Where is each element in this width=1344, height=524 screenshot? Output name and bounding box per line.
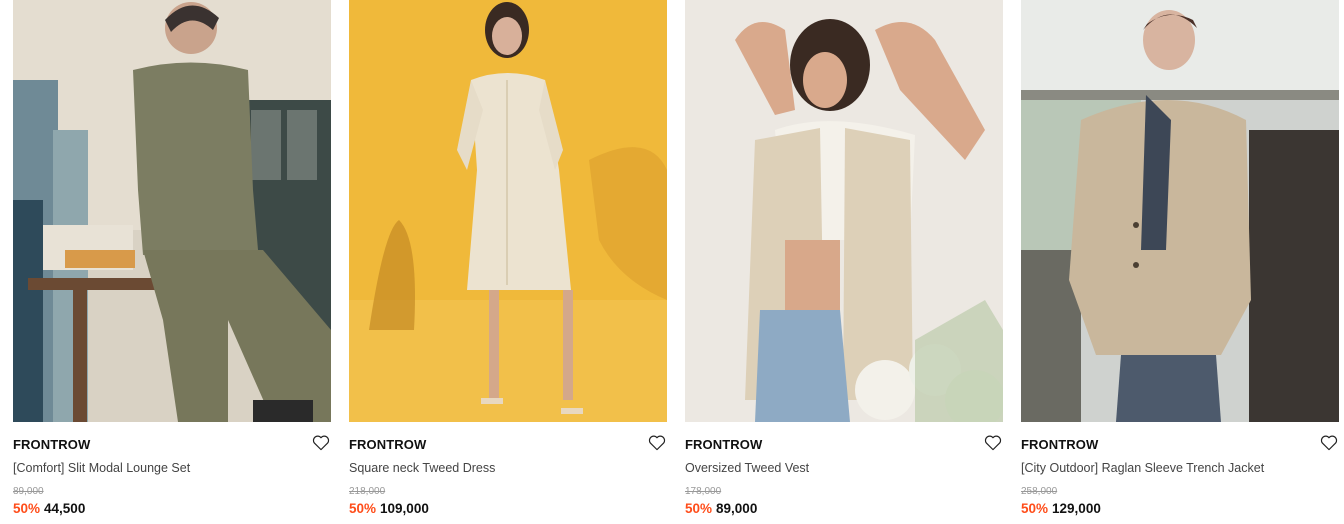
product-image[interactable] [685,0,1003,422]
price-row: 50% 129,000 [1021,501,1101,516]
price-row: 50% 89,000 [685,501,757,516]
original-price: 218,000 [349,486,386,497]
product-image[interactable] [349,0,667,422]
product-brand[interactable]: FRONTROW [349,437,426,452]
original-price: 178,000 [685,486,722,497]
heart-outline-icon[interactable] [984,434,1002,451]
price-row: 50% 44,500 [13,501,85,516]
sale-price: 89,000 [716,501,758,516]
price-row: 50% 109,000 [349,501,429,516]
product-name[interactable]: [City Outdoor] Raglan Sleeve Trench Jack… [1021,461,1264,475]
discount-rate: 50% [349,501,377,516]
discount-rate: 50% [1021,501,1049,516]
product-card[interactable]: FRONTROW [City Outdoor] Raglan Sleeve Tr… [1021,0,1339,524]
product-image[interactable] [13,0,331,422]
heart-outline-icon[interactable] [648,434,666,451]
product-name[interactable]: Oversized Tweed Vest [685,461,809,475]
original-price: 258,000 [1021,486,1058,497]
product-grid: FRONTROW [Comfort] Slit Modal Lounge Set… [13,0,1344,524]
sale-price: 44,500 [44,501,86,516]
product-brand[interactable]: FRONTROW [13,437,90,452]
original-price: 89,000 [13,486,44,497]
product-card[interactable]: FRONTROW Square neck Tweed Dress 218,000… [349,0,667,524]
sale-price: 129,000 [1052,501,1101,516]
heart-outline-icon[interactable] [1320,434,1338,451]
product-brand[interactable]: FRONTROW [1021,437,1098,452]
discount-rate: 50% [685,501,713,516]
product-brand[interactable]: FRONTROW [685,437,762,452]
heart-outline-icon[interactable] [312,434,330,451]
product-name[interactable]: Square neck Tweed Dress [349,461,495,475]
discount-rate: 50% [13,501,41,516]
product-image[interactable] [1021,0,1339,422]
product-card[interactable]: FRONTROW [Comfort] Slit Modal Lounge Set… [13,0,331,524]
product-card[interactable]: FRONTROW Oversized Tweed Vest 178,000 50… [685,0,1003,524]
product-name[interactable]: [Comfort] Slit Modal Lounge Set [13,461,190,475]
sale-price: 109,000 [380,501,429,516]
